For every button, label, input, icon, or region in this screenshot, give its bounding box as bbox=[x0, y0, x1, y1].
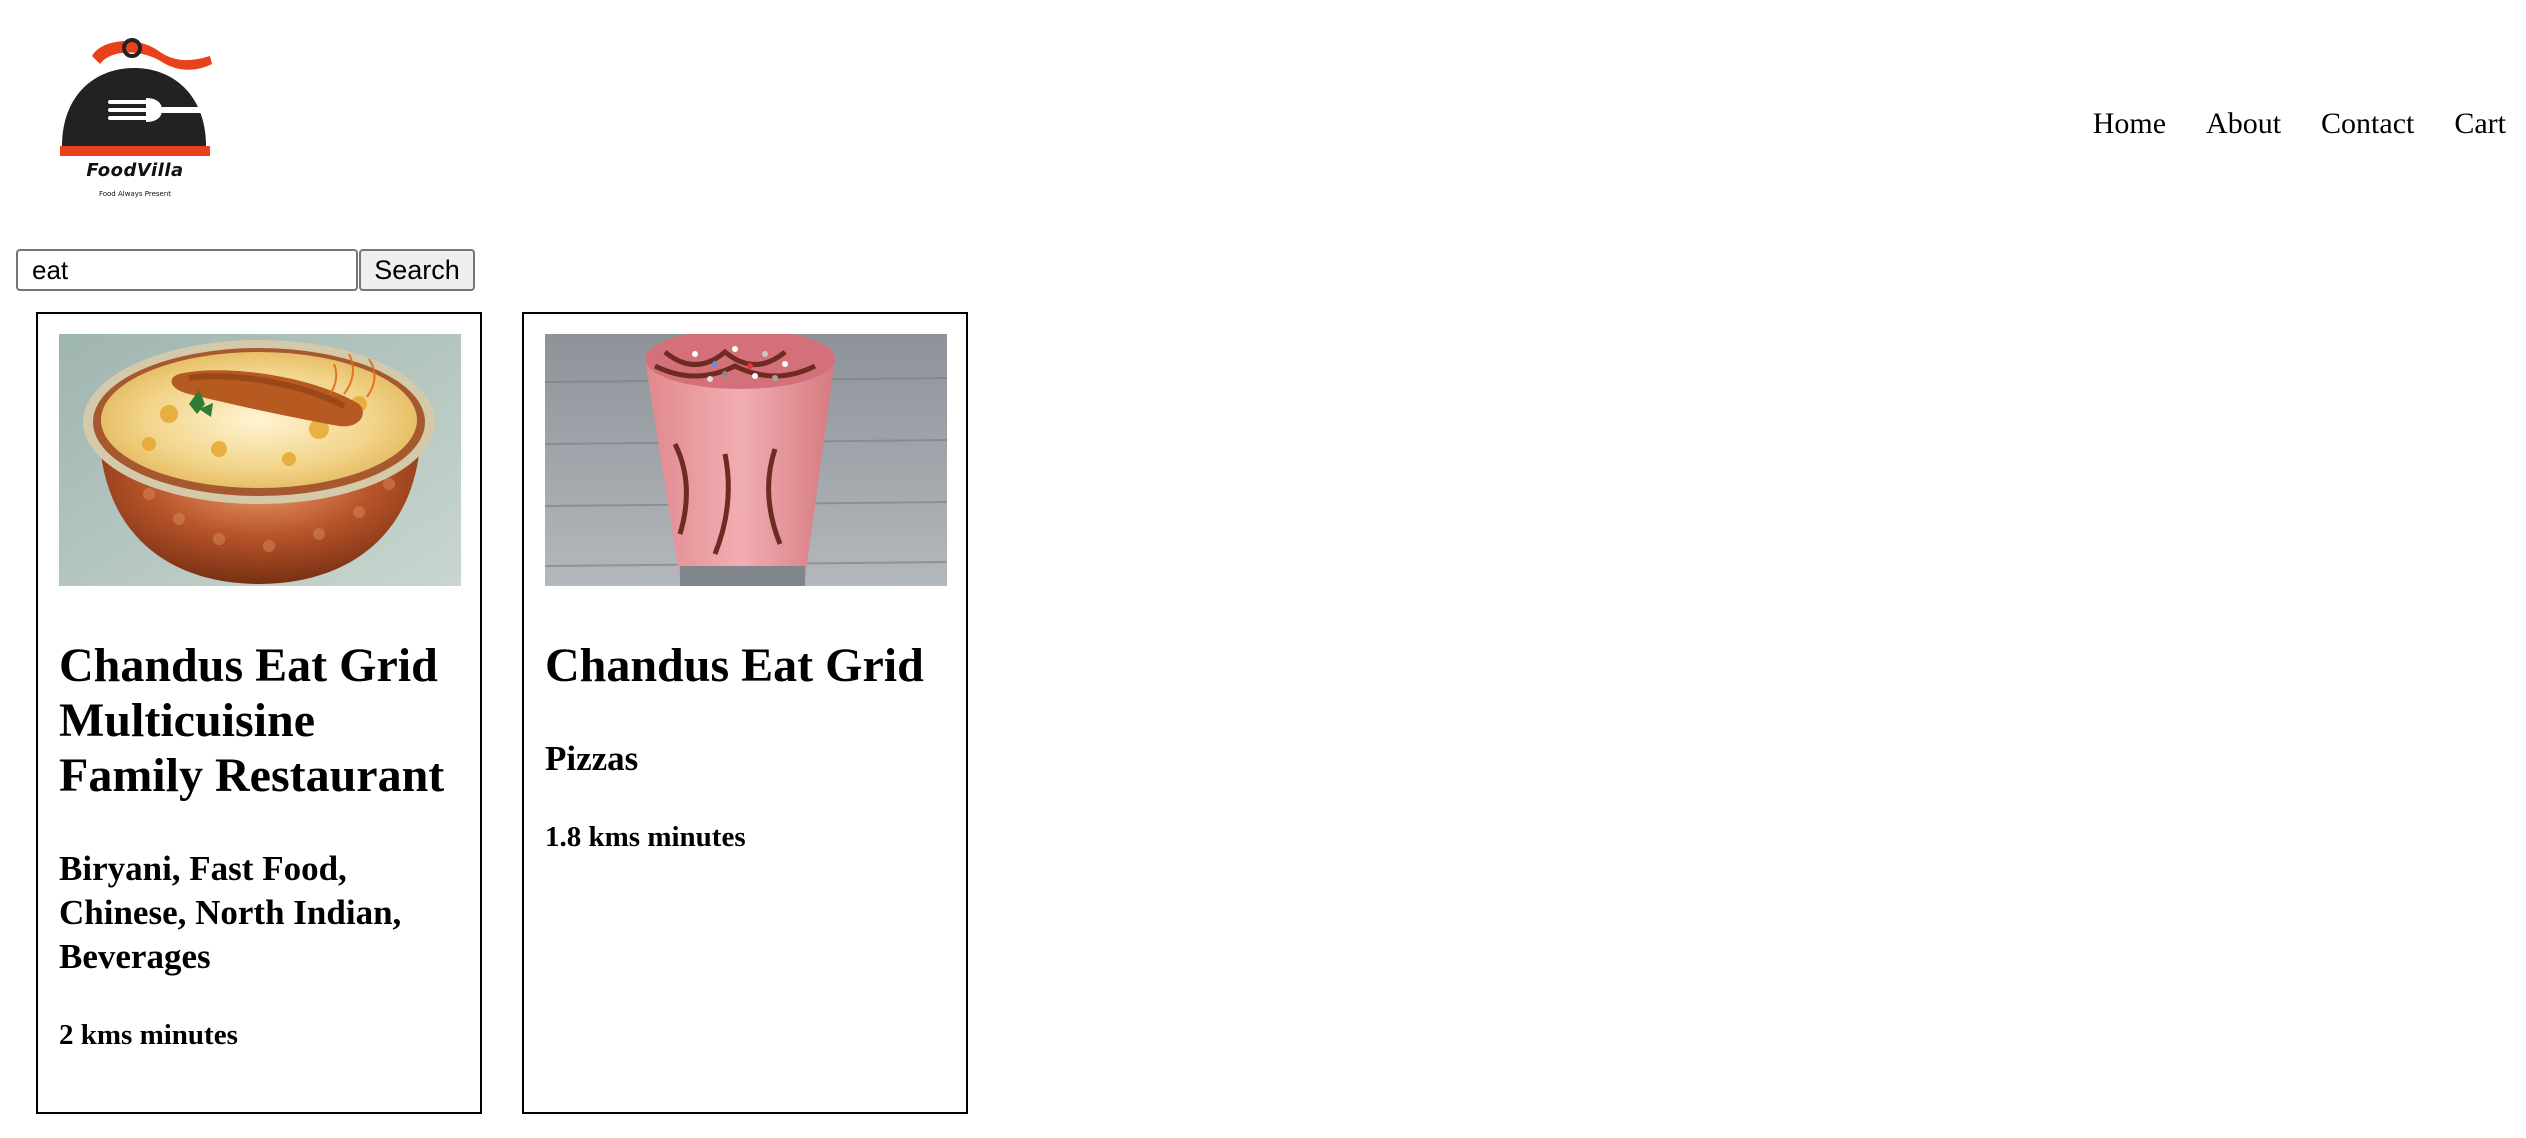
nav-item-cart[interactable]: Cart bbox=[2454, 104, 2506, 144]
restaurant-cuisines: Biryani, Fast Food, Chinese, North India… bbox=[59, 849, 402, 976]
brand-name: FoodVilla bbox=[86, 160, 184, 181]
restaurant-card[interactable]: Chandus Eat Grid Pizzas 1.8 kms minutes bbox=[522, 312, 968, 1114]
restaurant-cuisines: Pizzas bbox=[545, 739, 639, 778]
main-nav: Home About Contact Cart bbox=[2093, 104, 2526, 144]
search-bar: Search bbox=[16, 249, 475, 291]
nav-item-contact[interactable]: Contact bbox=[2321, 104, 2414, 144]
restaurant-list: Chandus Eat Grid Multicuisine Family Res… bbox=[36, 312, 1008, 1114]
search-button[interactable]: Search bbox=[359, 249, 475, 291]
restaurant-image-biryani bbox=[59, 334, 461, 586]
brand-tagline: Food Always Present bbox=[98, 190, 172, 198]
foodvilla-logo[interactable]: FoodVilla Food Always Present bbox=[50, 34, 220, 209]
restaurant-card[interactable]: Chandus Eat Grid Multicuisine Family Res… bbox=[36, 312, 482, 1114]
restaurant-name: Chandus Eat Grid Multicuisine Family Res… bbox=[59, 639, 445, 802]
restaurant-image-milkshake bbox=[545, 334, 947, 586]
site-header: FoodVilla Food Always Present Home About… bbox=[0, 0, 2526, 240]
restaurant-distance: 2 kms minutes bbox=[59, 1019, 238, 1051]
nav-item-home[interactable]: Home bbox=[2093, 104, 2166, 144]
search-input[interactable] bbox=[16, 249, 358, 291]
nav-item-about[interactable]: About bbox=[2206, 104, 2281, 144]
restaurant-name: Chandus Eat Grid bbox=[545, 639, 924, 692]
restaurant-distance: 1.8 kms minutes bbox=[545, 821, 746, 853]
cloche-fork-logo-icon bbox=[60, 38, 212, 156]
